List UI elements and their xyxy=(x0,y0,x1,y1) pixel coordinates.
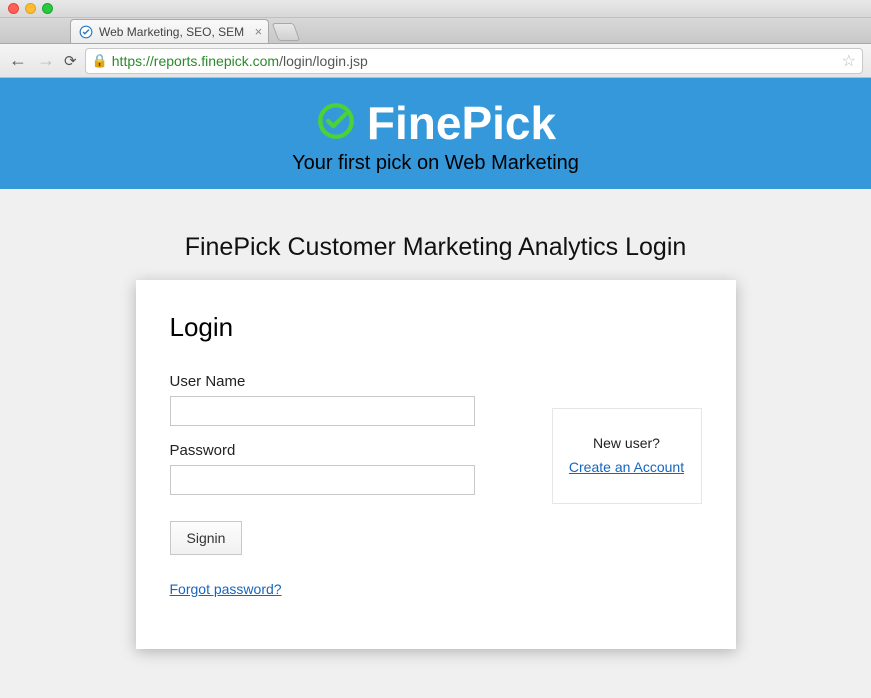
url-path: /login/login.jsp xyxy=(279,53,368,69)
brand-check-icon xyxy=(315,100,357,147)
login-heading: Login xyxy=(170,312,512,343)
brand-name: FinePick xyxy=(367,96,556,150)
signup-panel: New user? Create an Account xyxy=(552,408,702,504)
bookmark-star-icon[interactable]: ☆ xyxy=(842,51,856,71)
username-input[interactable] xyxy=(170,396,475,426)
reload-button[interactable]: ⟳ xyxy=(64,52,77,70)
forgot-password-link[interactable]: Forgot password? xyxy=(170,581,282,597)
back-button[interactable]: ← xyxy=(8,50,28,71)
login-form: Login User Name Password Signin Forgot p… xyxy=(170,312,512,599)
browser-toolbar: ← → ⟳ 🔒 https://reports.finepick.com/log… xyxy=(0,44,871,78)
signin-button[interactable]: Signin xyxy=(170,521,243,555)
page-title: FinePick Customer Marketing Analytics Lo… xyxy=(0,233,871,262)
favicon-checkmark-icon xyxy=(79,25,93,39)
window-zoom-dot[interactable] xyxy=(42,3,53,14)
tab-bar: Web Marketing, SEO, SEM × xyxy=(0,18,871,44)
window-close-dot[interactable] xyxy=(8,3,19,14)
lock-icon: 🔒 xyxy=(92,53,108,69)
url-host: ://reports.finepick.com xyxy=(142,53,279,69)
browser-tab[interactable]: Web Marketing, SEO, SEM × xyxy=(70,19,269,43)
new-user-prompt: New user? xyxy=(561,435,693,451)
site-header: FinePick Your first pick on Web Marketin… xyxy=(0,78,871,189)
window-controls xyxy=(0,0,871,18)
url-scheme: https xyxy=(112,53,142,69)
brand-tagline: Your first pick on Web Marketing xyxy=(0,152,871,175)
tab-close-icon[interactable]: × xyxy=(255,24,263,39)
new-tab-button[interactable] xyxy=(272,23,301,41)
password-input[interactable] xyxy=(170,465,475,495)
username-label: User Name xyxy=(170,373,512,390)
address-bar[interactable]: 🔒 https://reports.finepick.com/login/log… xyxy=(85,48,863,74)
login-card: Login User Name Password Signin Forgot p… xyxy=(136,280,736,649)
tab-title: Web Marketing, SEO, SEM xyxy=(99,25,244,39)
password-label: Password xyxy=(170,442,512,459)
forward-button[interactable]: → xyxy=(36,50,56,71)
create-account-link[interactable]: Create an Account xyxy=(569,459,684,475)
window-minimize-dot[interactable] xyxy=(25,3,36,14)
